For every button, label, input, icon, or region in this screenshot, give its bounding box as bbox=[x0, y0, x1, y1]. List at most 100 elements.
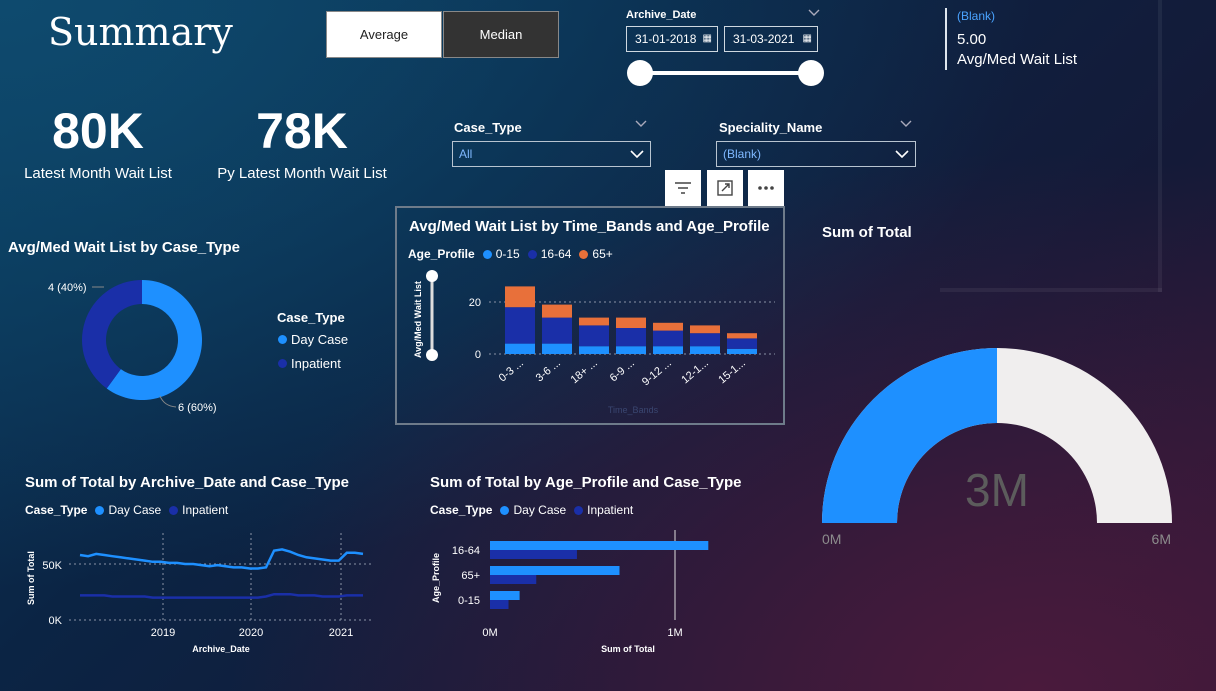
donut-legend-title: Case_Type bbox=[277, 310, 345, 325]
x-axis-label: Sum of Total bbox=[601, 644, 655, 654]
archive-date-end-value: 31-03-2021 bbox=[733, 32, 795, 46]
card-label: Avg/Med Wait List bbox=[957, 51, 1078, 68]
filter-icon[interactable] bbox=[665, 170, 701, 206]
donut-chart[interactable]: 4 (40%) 6 (60%) bbox=[40, 270, 240, 420]
legend-label: 16-64 bbox=[540, 247, 572, 261]
legend-label: 0-15 bbox=[495, 247, 520, 261]
line-series-inpatient[interactable] bbox=[80, 592, 363, 599]
stacked-bar-legend: Age_Profile 0-15 16-64 65+ bbox=[408, 247, 613, 261]
hbar[interactable] bbox=[490, 550, 577, 559]
stacked-bar-visual[interactable]: Avg/Med Wait List by Time_Bands and Age_… bbox=[395, 206, 785, 425]
y-tick-label: 0K bbox=[49, 615, 63, 627]
x-axis-label: Time_Bands bbox=[608, 405, 659, 415]
hbar-chart[interactable]: Age_Profile 16-64 65+ 0-15 0M 1M Sum of To… bbox=[420, 525, 760, 665]
donut-legend-item-day-case[interactable]: Day Case bbox=[278, 332, 348, 347]
hbar[interactable] bbox=[490, 566, 620, 575]
hbar[interactable] bbox=[490, 541, 709, 550]
line-chart-legend: Case_Type Day Case Inpatient bbox=[25, 503, 228, 517]
bar-segment[interactable] bbox=[579, 346, 609, 354]
line-series-day-case[interactable] bbox=[79, 548, 364, 570]
legend-dot bbox=[500, 505, 510, 515]
chevron-down-icon[interactable] bbox=[900, 120, 912, 128]
donut-label-daycase: 6 (60%) bbox=[178, 402, 217, 414]
legend-dot bbox=[95, 505, 105, 515]
case-type-dropdown[interactable]: All bbox=[452, 141, 651, 167]
case-type-slicer-label: Case_Type bbox=[454, 120, 522, 135]
bar-segment[interactable] bbox=[727, 333, 757, 339]
kpi-py-latest-month-value: 78K bbox=[256, 103, 348, 159]
hbar[interactable] bbox=[490, 600, 509, 609]
archive-date-end-input[interactable]: 31-03-2021 ▦ bbox=[724, 26, 818, 52]
bar-segment[interactable] bbox=[653, 330, 683, 347]
bar-segment[interactable] bbox=[690, 346, 720, 354]
bar-segment[interactable] bbox=[505, 286, 535, 308]
kpi-latest-month-value: 80K bbox=[52, 103, 144, 159]
kpi-py-latest-month-label: Py Latest Month Wait List bbox=[217, 165, 387, 182]
chevron-down-icon[interactable] bbox=[635, 120, 647, 128]
bar-segment[interactable] bbox=[579, 317, 609, 326]
gauge-chart[interactable]: 3M 0M 6M bbox=[815, 340, 1180, 555]
more-options-icon[interactable] bbox=[748, 170, 784, 206]
bar-segment[interactable] bbox=[542, 343, 572, 354]
bar-segment[interactable] bbox=[690, 325, 720, 334]
card-filter-text: (Blank) bbox=[957, 9, 996, 23]
legend-label: Inpatient bbox=[291, 356, 341, 371]
date-range-start-handle[interactable] bbox=[627, 60, 653, 86]
bar-segment[interactable] bbox=[505, 307, 535, 344]
bar-segment[interactable] bbox=[616, 328, 646, 347]
average-button[interactable]: Average bbox=[326, 11, 442, 58]
x-tick-label: 3-6 ... bbox=[534, 357, 563, 384]
bar-segment[interactable] bbox=[542, 317, 572, 344]
legend-dot bbox=[527, 249, 537, 259]
x-tick-label: 9-12 ... bbox=[640, 357, 674, 388]
median-button[interactable]: Median bbox=[443, 11, 559, 58]
bar-segment[interactable] bbox=[616, 346, 646, 354]
hbar-chart-legend: Case_Type Day Case Inpatient bbox=[430, 503, 633, 517]
y-zoom-handle-top[interactable] bbox=[426, 270, 438, 282]
hbar[interactable] bbox=[490, 591, 520, 600]
y-tick-label: 0 bbox=[475, 349, 481, 361]
hbar[interactable] bbox=[490, 575, 537, 584]
line-chart[interactable]: Sum of Total 50K 0K 2019 2020 2021 Archi… bbox=[15, 525, 385, 665]
legend-title: Case_Type bbox=[430, 503, 493, 517]
archive-date-label: Archive_Date bbox=[626, 9, 697, 21]
gauge-min-label: 0M bbox=[822, 531, 841, 547]
calendar-icon[interactable]: ▦ bbox=[803, 33, 812, 44]
bar-segment[interactable] bbox=[727, 348, 757, 354]
chevron-down-icon bbox=[630, 150, 644, 158]
archive-date-start-value: 31-01-2018 bbox=[635, 32, 697, 46]
speciality-dropdown[interactable]: (Blank) bbox=[716, 141, 916, 167]
bar-segment[interactable] bbox=[505, 343, 535, 354]
donut-legend-item-inpatient[interactable]: Inpatient bbox=[278, 356, 341, 371]
y-axis-label: Sum of Total bbox=[26, 551, 36, 605]
bar-segment[interactable] bbox=[542, 304, 572, 318]
bar-segment[interactable] bbox=[653, 322, 683, 331]
bar-segment[interactable] bbox=[727, 338, 757, 349]
y-axis-label: Age_Profile bbox=[431, 553, 441, 603]
y-zoom-handle-bottom[interactable] bbox=[426, 349, 438, 361]
focus-mode-icon[interactable] bbox=[707, 170, 743, 206]
legend-dot bbox=[278, 335, 287, 344]
card-value: 5.00 bbox=[957, 31, 987, 48]
legend-dot bbox=[574, 505, 584, 515]
x-tick-label: 2021 bbox=[329, 627, 353, 639]
bar-segment[interactable] bbox=[616, 317, 646, 328]
x-axis-label: Archive_Date bbox=[192, 644, 250, 654]
archive-date-start-input[interactable]: 31-01-2018 ▦ bbox=[626, 26, 718, 52]
gauge-value: 3M bbox=[965, 464, 1029, 516]
calendar-icon[interactable]: ▦ bbox=[703, 33, 712, 44]
bar-segment[interactable] bbox=[690, 333, 720, 347]
date-range-slider-track[interactable] bbox=[640, 71, 812, 75]
x-tick-label: 15-1... bbox=[716, 357, 748, 386]
legend-label: Day Case bbox=[108, 503, 162, 517]
chevron-down-icon[interactable] bbox=[808, 9, 820, 17]
donut-leader-line bbox=[159, 395, 177, 408]
hbar-chart-title: Sum of Total by Age_Profile and Case_Typ… bbox=[430, 474, 742, 491]
kpi-latest-month-label: Latest Month Wait List bbox=[24, 165, 172, 182]
x-tick-label: 0M bbox=[482, 627, 497, 639]
bar-segment[interactable] bbox=[653, 346, 683, 354]
date-range-end-handle[interactable] bbox=[798, 60, 824, 86]
bar-segment[interactable] bbox=[579, 325, 609, 347]
donut-slice-inpatient[interactable] bbox=[81, 280, 142, 389]
y-tick-label: 50K bbox=[42, 560, 62, 572]
